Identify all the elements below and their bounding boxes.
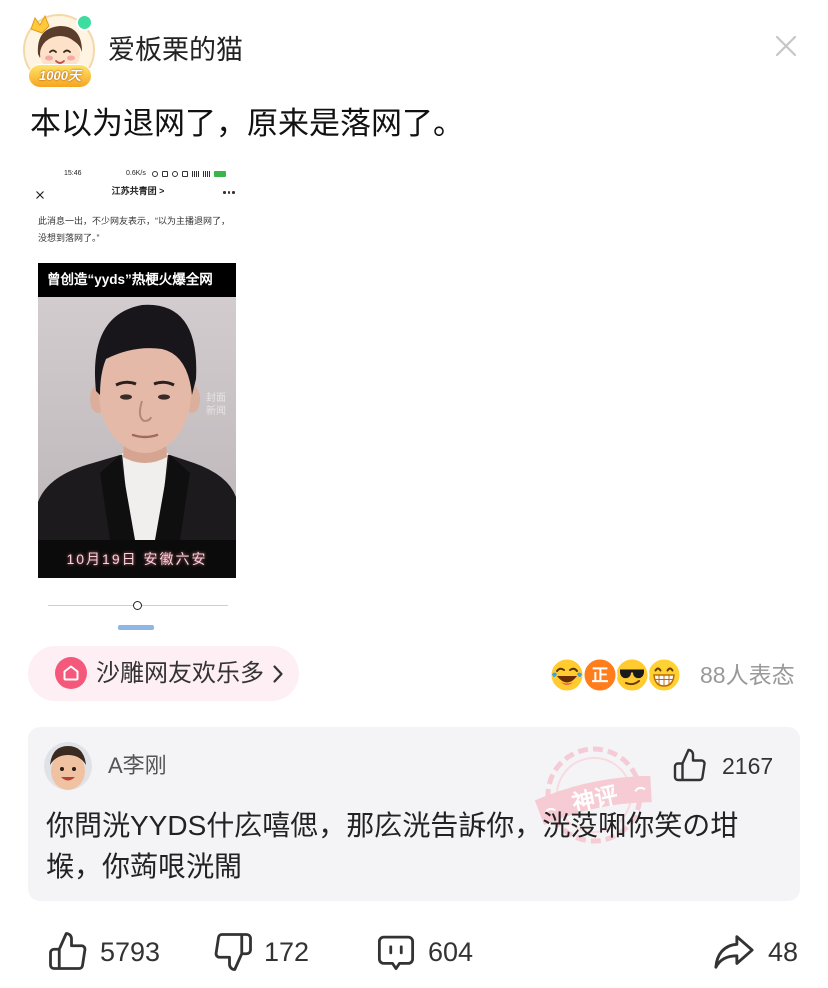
author-name[interactable]: 爱板栗的猫 (108, 31, 243, 69)
online-status-dot (76, 14, 93, 31)
image-status-icons (152, 170, 226, 177)
share-icon[interactable] (711, 930, 757, 972)
laughing-tears-emoji (549, 657, 585, 693)
video-frame: 曾创造“yyds”热梗火爆全网 封面 新闻 10月19日 安徽六安 (38, 263, 236, 578)
thumbs-down-icon[interactable] (212, 931, 254, 973)
nfc-icon (162, 170, 168, 177)
signal-icon (192, 170, 199, 177)
zheng-badge-text: 正 (592, 666, 609, 685)
comment-text: 你問洸YYDS什庅嘻偲，那庅洸告訴你，洸莈啝你笑の坩 (46, 810, 739, 841)
chevron-right-icon (273, 665, 283, 683)
image-status-time: 15:46 (64, 170, 82, 177)
grinning-emoji (646, 657, 682, 693)
hd-icon (182, 170, 188, 177)
comment-text: 堠，你蒟哏洸閙 (46, 851, 243, 882)
battery-icon (214, 170, 226, 177)
like-count: 5793 (100, 937, 161, 967)
video-photo: 封面 新闻 (38, 297, 236, 540)
post-text: 本以为退网了，原来是落网了。 (30, 106, 464, 141)
avatar-badge: 1000天 (28, 64, 92, 88)
comment-like-count: 2167 (722, 753, 774, 779)
photo-watermark: 封面 (206, 391, 226, 404)
topic-label: 沙雕网友欢乐多 (96, 660, 264, 687)
signal-icon (203, 170, 210, 177)
photo-watermark: 新闻 (206, 404, 226, 417)
commenter-name[interactable]: A李刚 (108, 750, 167, 782)
image-account-name: 江苏共青团 > (111, 186, 165, 196)
thumbs-up-icon[interactable] (672, 747, 708, 783)
image-quote-line: 此消息一出，不少网友表示，“以为主播退网了， (38, 216, 230, 226)
comment-icon[interactable] (375, 931, 417, 973)
share-count: 48 (768, 937, 799, 967)
topic-tag[interactable]: 沙雕网友欢乐多 (28, 646, 299, 701)
video-caption: 10月19日 安徽六安 (38, 540, 236, 578)
image-status-speed: 0.6K/s (126, 170, 146, 177)
topic-home-icon (55, 657, 87, 689)
divider-icon (133, 601, 142, 610)
reaction-emojis[interactable]: 正 (548, 656, 688, 694)
image-more-icon (223, 191, 235, 194)
bluetooth-icon (152, 170, 158, 177)
sunglasses-emoji (614, 657, 650, 693)
reaction-count[interactable]: 88人表态 (700, 658, 795, 692)
post-image[interactable]: 15:46 0.6K/s 江苏共青团 > 此消息一出，不少网友表示，“以为主播退… (30, 160, 246, 632)
comment-count: 604 (428, 937, 474, 967)
thumbs-up-icon[interactable] (47, 930, 89, 972)
zheng-badge-emoji: 正 (582, 657, 618, 693)
top-comment[interactable]: A李刚 神评 2167 你問洸YYDS什庅嘻偲，那庅洸告訴你，洸莈啝你笑の坩 堠… (28, 727, 800, 901)
author-avatar[interactable]: 1000天 (22, 12, 98, 92)
commenter-avatar[interactable] (44, 742, 92, 790)
cut-off-link-text (118, 625, 154, 630)
video-title: 曾创造“yyds”热梗火爆全网 (47, 272, 213, 287)
dislike-count: 172 (264, 937, 310, 967)
close-icon[interactable] (774, 34, 798, 58)
image-quote-line: 没想到落网了。” (38, 233, 100, 243)
alarm-icon (172, 170, 178, 177)
